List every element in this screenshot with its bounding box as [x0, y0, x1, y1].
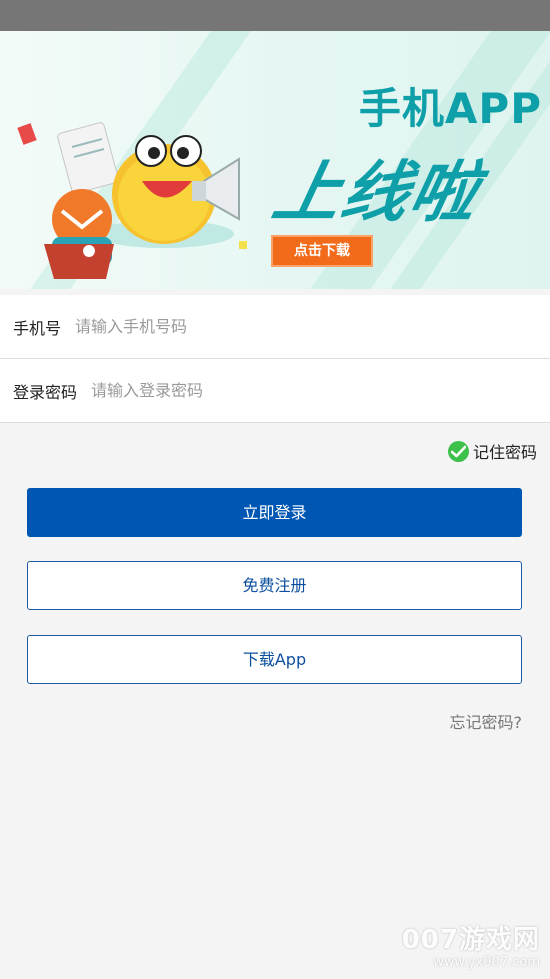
password-label: 登录密码 [13, 382, 78, 402]
forgot-password-link[interactable]: 忘记密码? [450, 709, 523, 733]
download-app-button[interactable]: 下载App [27, 635, 522, 684]
mascot-illustration-icon [17, 122, 247, 279]
banner-download-button[interactable]: 点击下载 [271, 235, 373, 267]
phone-input[interactable] [75, 317, 456, 336]
remember-password-toggle[interactable]: 记住密码 [447, 439, 537, 463]
check-circle-icon[interactable] [447, 440, 469, 462]
promo-banner[interactable]: 手机APP 上线啦 点击下载 [0, 31, 550, 289]
watermark-url: www.yx007.com [433, 955, 540, 970]
banner-subtitle: 上线啦 [266, 154, 488, 231]
remember-password-label: 记住密码 [472, 443, 537, 462]
login-button[interactable]: 立即登录 [27, 488, 522, 537]
password-input[interactable] [91, 381, 472, 400]
register-button[interactable]: 免费注册 [27, 561, 522, 610]
watermark-main: 007游戏网 [401, 925, 540, 955]
status-bar [0, 0, 550, 31]
watermark: 007游戏网 www.yx007.com [402, 925, 540, 971]
login-form: 手机号 登录密码 [0, 295, 550, 423]
phone-row: 手机号 [0, 295, 550, 359]
banner-title: 手机APP [358, 84, 542, 133]
phone-label: 手机号 [13, 318, 62, 338]
password-row: 登录密码 [0, 359, 550, 423]
